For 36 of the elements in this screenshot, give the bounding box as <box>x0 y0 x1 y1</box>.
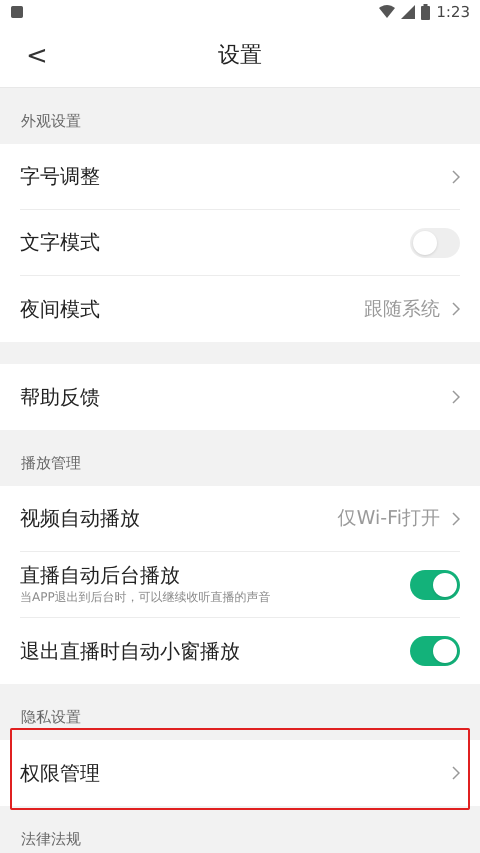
section-header: 法律法规 <box>21 828 81 850</box>
row-label: 字号调整 <box>20 164 100 189</box>
row-label: 退出直播时自动小窗播放 <box>20 638 240 664</box>
section-header: 外观设置 <box>21 110 81 132</box>
notification-icon <box>10 5 24 19</box>
chevron-right-icon <box>452 512 460 526</box>
chevron-right-icon <box>452 766 460 780</box>
wifi-icon <box>379 5 396 19</box>
row-value: 跟随系统 <box>364 296 440 322</box>
settings-row[interactable]: 退出直播时自动小窗播放 <box>20 618 460 684</box>
settings-row[interactable]: 文字模式 <box>20 210 460 276</box>
section-header: 隐私设置 <box>21 706 81 728</box>
row-value: 仅Wi-Fi打开 <box>338 506 440 532</box>
toggle-switch[interactable] <box>410 636 460 666</box>
row-label: 视频自动播放 <box>20 506 140 531</box>
signal-icon <box>401 5 416 19</box>
settings-row[interactable]: 夜间模式 跟随系统 <box>20 276 460 342</box>
status-time: 1:23 <box>436 2 470 23</box>
settings-row[interactable]: 视频自动播放 仅Wi-Fi打开 <box>20 486 460 552</box>
chevron-right-icon <box>452 390 460 404</box>
battery-icon <box>421 4 430 20</box>
row-label: 直播自动后台播放 <box>20 563 181 588</box>
toggle-switch[interactable] <box>410 228 460 258</box>
row-subtitle: 当APP退出到后台时，可以继续收听直播的声音 <box>20 589 271 606</box>
page-title: 设置 <box>218 42 262 70</box>
row-label: 帮助反馈 <box>20 384 100 410</box>
section-header: 播放管理 <box>21 452 81 474</box>
back-button[interactable]: < <box>26 42 48 68</box>
row-label: 文字模式 <box>20 230 100 255</box>
row-label: 权限管理 <box>20 760 100 786</box>
settings-row[interactable]: 字号调整 <box>20 144 460 210</box>
row-label: 夜间模式 <box>20 296 100 322</box>
toggle-switch[interactable] <box>410 570 460 600</box>
chevron-right-icon <box>452 302 460 316</box>
chevron-right-icon <box>452 170 460 184</box>
settings-row[interactable]: 直播自动后台播放 当APP退出到后台时，可以继续收听直播的声音 <box>20 552 460 618</box>
